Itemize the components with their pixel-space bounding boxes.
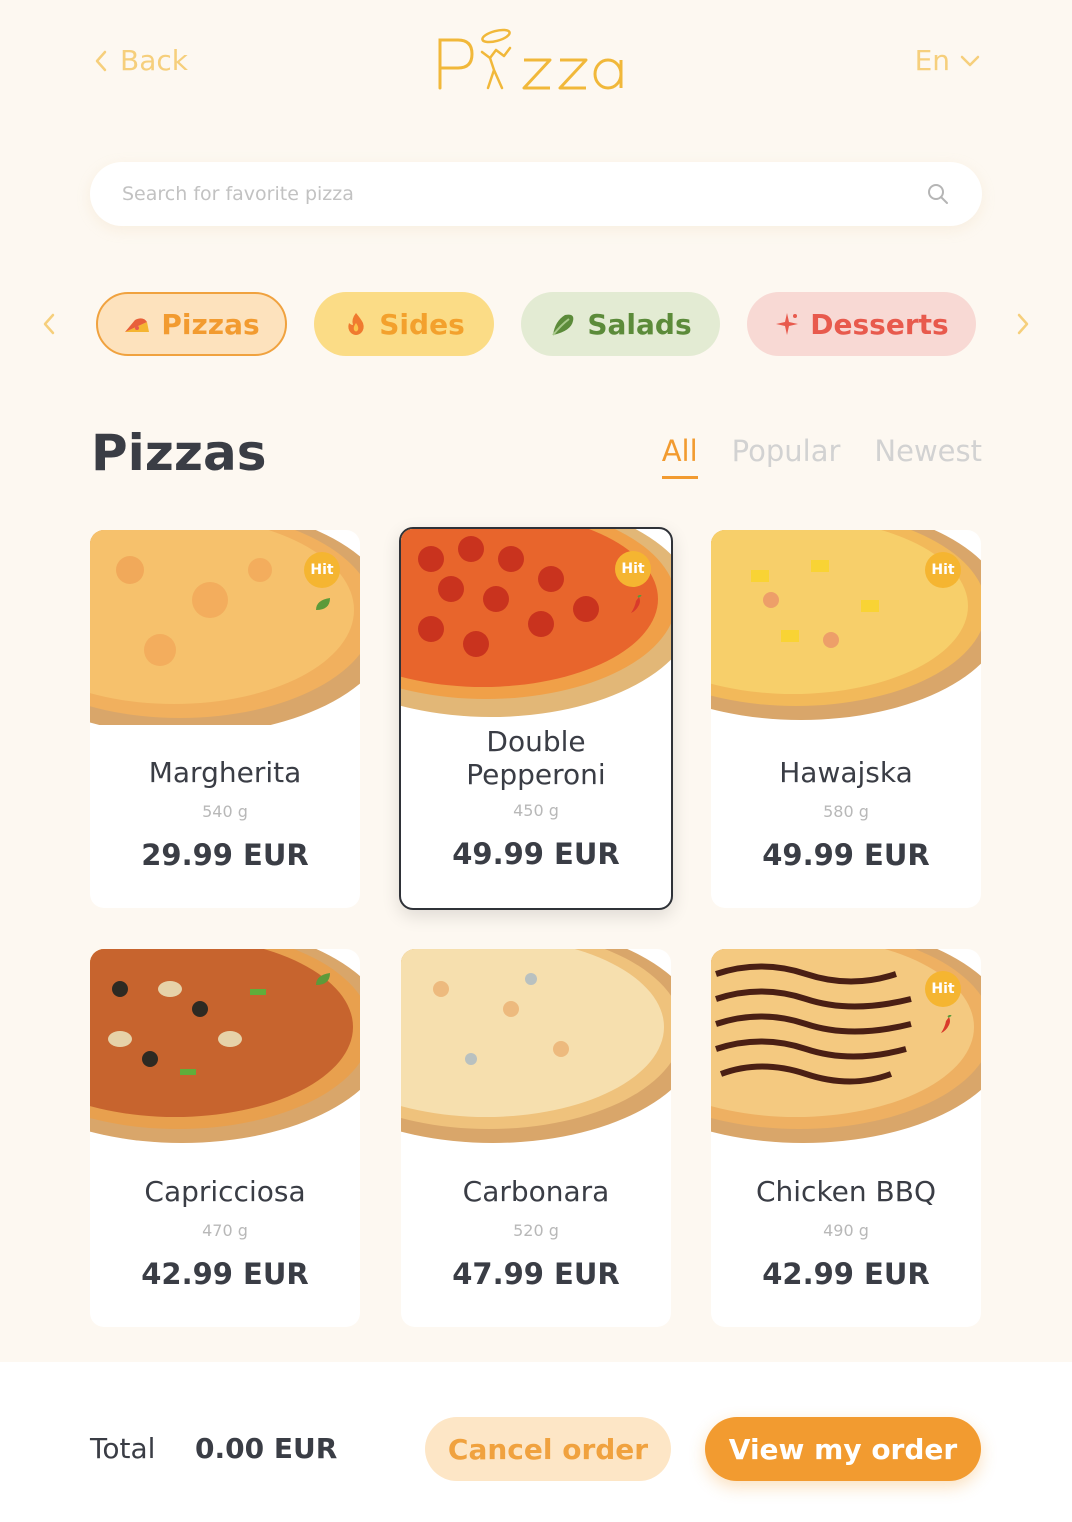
chili-icon [631, 595, 642, 613]
category-label: Desserts [810, 307, 949, 341]
hit-badge: Hit [925, 971, 961, 1007]
product-weight: 580 g [823, 802, 869, 821]
category-salads[interactable]: Salads [521, 292, 720, 356]
language-label: En [914, 44, 950, 77]
search-icon[interactable] [926, 182, 950, 206]
product-name: Double Pepperoni [466, 725, 606, 791]
product-name: Capricciosa [144, 1175, 306, 1208]
product-card-margherita[interactable]: Hit Margherita 540 g 29.99 EUR [90, 530, 360, 908]
category-label: Pizzas [161, 307, 260, 341]
sparkle-icon [774, 311, 800, 337]
product-card-double-pepperoni[interactable]: Hit Double Pepperoni 450 g 49.99 EUR [399, 527, 673, 910]
product-weight: 470 g [202, 1221, 248, 1240]
hit-badge: Hit [925, 552, 961, 588]
product-name: Margherita [148, 756, 302, 789]
leaf-icon [316, 598, 330, 610]
hit-badge: Hit [304, 552, 340, 588]
leaf-icon [316, 973, 330, 985]
product-card-chicken-bbq[interactable]: Hit Chicken BBQ 490 g 42.99 EUR [711, 949, 981, 1327]
lettuce-icon [549, 311, 577, 337]
product-weight: 450 g [513, 801, 559, 820]
product-weight: 520 g [513, 1221, 559, 1240]
view-order-button[interactable]: View my order [705, 1417, 981, 1481]
category-label: Sides [379, 307, 465, 341]
cancel-order-button[interactable]: Cancel order [425, 1417, 671, 1481]
chevron-down-icon [960, 55, 980, 66]
filter-all[interactable]: All [661, 434, 698, 479]
language-selector[interactable]: En [915, 44, 980, 77]
hit-badge: Hit [615, 551, 651, 587]
filter-popular[interactable]: Popular [732, 434, 841, 479]
search-bar [90, 162, 982, 226]
product-name: Carbonara [462, 1175, 610, 1208]
order-footer: Total 0.00 EUR Cancel order View my orde… [0, 1362, 1072, 1522]
fire-icon [343, 311, 369, 337]
product-card-carbonara[interactable]: Carbonara 520 g 47.99 EUR [401, 949, 671, 1327]
product-card-capricciosa[interactable]: Capricciosa 470 g 42.99 EUR [90, 949, 360, 1327]
product-price: 42.99 EUR [762, 1257, 930, 1291]
pizza-image [401, 949, 671, 1143]
search-input[interactable] [122, 183, 926, 205]
section-title: Pizzas [91, 424, 267, 482]
chevron-left-icon[interactable] [42, 312, 56, 336]
logo-mark [438, 28, 623, 90]
product-card-hawajska[interactable]: Hit Hawajska 580 g 49.99 EUR [711, 530, 981, 908]
filter-newest[interactable]: Newest [874, 434, 982, 479]
category-pizzas[interactable]: Pizzas [96, 292, 287, 356]
header: Back En [0, 0, 1072, 130]
chevron-right-icon[interactable] [1016, 312, 1030, 336]
product-price: 49.99 EUR [452, 837, 620, 871]
product-weight: 540 g [202, 802, 248, 821]
logo [432, 26, 642, 96]
product-price: 42.99 EUR [141, 1257, 309, 1291]
product-price: 29.99 EUR [141, 838, 309, 872]
total-label: Total [90, 1432, 156, 1465]
product-name: Hawajska [779, 756, 913, 789]
product-price: 47.99 EUR [452, 1257, 620, 1291]
product-name: Chicken BBQ [755, 1175, 937, 1208]
product-weight: 490 g [823, 1221, 869, 1240]
chili-icon [941, 1015, 952, 1033]
category-sides[interactable]: Sides [314, 292, 494, 356]
category-label: Salads [587, 307, 692, 341]
pizza-slice-icon [123, 312, 151, 336]
back-label: Back [120, 44, 188, 77]
back-button[interactable]: Back [94, 44, 188, 77]
category-desserts[interactable]: Desserts [747, 292, 976, 356]
total-value: 0.00 EUR [195, 1432, 338, 1465]
product-price: 49.99 EUR [762, 838, 930, 872]
chevron-left-icon [95, 50, 107, 71]
filter-tabs: All Popular Newest [661, 434, 982, 479]
category-bar: Pizzas Sides Salads Desserts [0, 292, 1072, 356]
